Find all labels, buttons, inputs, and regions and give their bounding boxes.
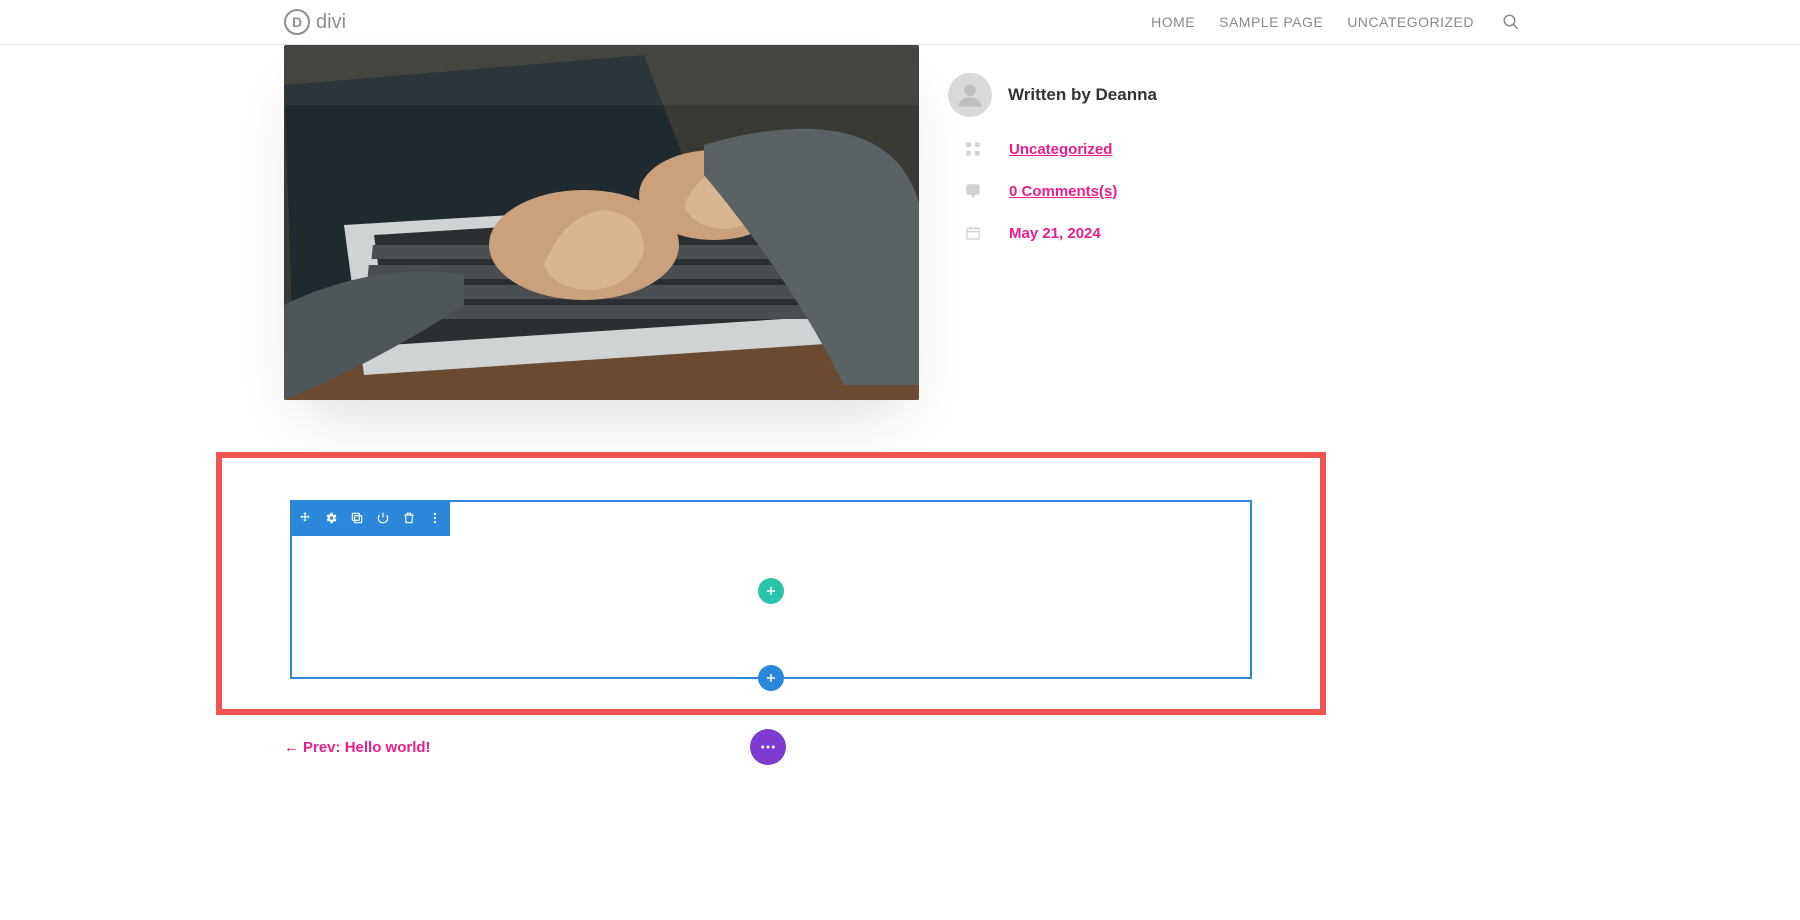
builder-more-button[interactable] [750,729,786,765]
search-icon[interactable] [1502,13,1520,31]
power-icon[interactable] [374,509,392,527]
builder-row-frame[interactable] [290,500,1252,679]
highlighted-section [216,452,1326,715]
featured-image [284,45,919,400]
site-header: D divi HOME SAMPLE PAGE UNCATEGORIZED [0,0,1800,45]
more-vert-icon[interactable] [426,509,444,527]
meta-category: Uncategorized [948,139,1288,159]
author-row: Written by Deanna [948,73,1288,117]
gear-icon[interactable] [322,509,340,527]
nav-home[interactable]: HOME [1151,14,1195,30]
author-line: Written by Deanna [1008,85,1157,105]
author-name: Deanna [1096,85,1157,104]
prev-post-link[interactable]: ← Prev: Hello world! [284,739,431,756]
post-date: May 21, 2024 [1009,225,1101,242]
logo-mark-icon: D [284,9,310,35]
category-link[interactable]: Uncategorized [1009,141,1112,158]
arrow-left-icon: ← [284,739,299,756]
meta-comments: 0 Comments(s) [948,181,1288,201]
duplicate-icon[interactable] [348,509,366,527]
post-meta-sidebar: Written by Deanna Uncategorized 0 Commen… [948,73,1288,243]
row-toolbar [290,500,450,536]
nav-uncategorized[interactable]: UNCATEGORIZED [1347,14,1474,30]
prev-post-label: Prev: Hello world! [303,739,431,756]
page-content: Written by Deanna Uncategorized 0 Commen… [0,45,1800,920]
meta-date: May 21, 2024 [948,223,1288,243]
calendar-icon [963,223,983,243]
comments-link[interactable]: 0 Comments(s) [1009,183,1117,200]
logo-text: divi [316,11,346,34]
grid-icon [963,139,983,159]
nav-sample-page[interactable]: SAMPLE PAGE [1219,14,1323,30]
primary-nav: HOME SAMPLE PAGE UNCATEGORIZED [1151,13,1520,31]
move-icon[interactable] [296,509,314,527]
author-prefix: Written by [1008,85,1096,104]
add-row-button[interactable] [758,665,784,691]
trash-icon[interactable] [400,509,418,527]
avatar [948,73,992,117]
add-module-button[interactable] [758,578,784,604]
comment-icon [963,181,983,201]
site-logo[interactable]: D divi [284,9,346,35]
